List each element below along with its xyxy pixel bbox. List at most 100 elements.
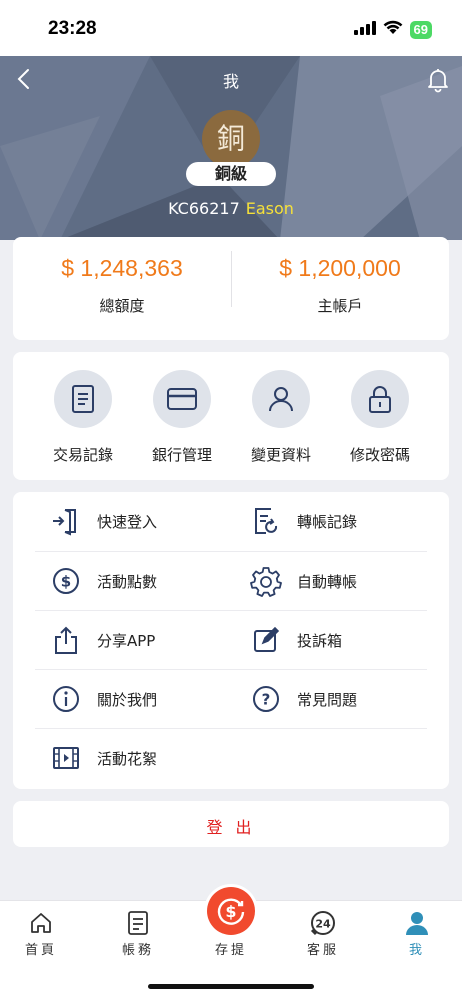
svg-text:24: 24 — [315, 918, 331, 931]
avatar: 銅 — [202, 110, 260, 168]
menu-card: 快速登入 轉帳記錄 $ 活動點數 自動轉帳 分享APP 投訴箱 關於我們 ? 常… — [13, 492, 449, 789]
quick-action-label: 修改密碼 — [349, 446, 410, 464]
menu-label: 分享APP — [97, 631, 156, 650]
tab-icon-wrap — [6, 909, 76, 937]
tab-home[interactable]: 首頁 — [6, 909, 76, 958]
menu-label: 活動點數 — [97, 572, 158, 591]
quick-action-bank-management[interactable]: 銀行管理 — [150, 370, 214, 465]
quick-action-circle — [54, 370, 112, 428]
menu-item-complaint-box[interactable]: 投訴箱 — [249, 611, 439, 669]
lock-icon — [369, 386, 391, 413]
svg-text:$: $ — [225, 902, 236, 921]
quick-action-circle — [351, 370, 409, 428]
tab-customer-service[interactable]: 24 客服 — [288, 909, 358, 958]
menu-item-auto-transfer[interactable]: 自動轉帳 — [249, 552, 439, 610]
quick-action-label: 變更資料 — [250, 446, 311, 464]
balance-card: $ 1,248,363 總額度 $ 1,200,000 主帳戶 — [13, 237, 449, 340]
share-icon — [55, 626, 77, 654]
user-id: KC66217 — [168, 199, 240, 218]
menu-icon-wrap — [249, 504, 283, 538]
question-icon: ? — [253, 686, 279, 712]
user-info: KC66217 Eason — [0, 199, 462, 218]
menu-item-share-app[interactable]: 分享APP — [49, 611, 239, 669]
menu-icon-wrap — [249, 623, 283, 657]
notification-button[interactable] — [424, 66, 452, 94]
quick-action-circle — [153, 370, 211, 428]
balance-amount: $ 1,200,000 — [279, 255, 401, 281]
menu-icon-wrap — [49, 741, 83, 775]
main-account-balance[interactable]: $ 1,200,000 主帳戶 — [231, 237, 449, 340]
tab-icon-wrap — [382, 909, 452, 937]
login-door-icon — [53, 509, 76, 536]
logout-button[interactable]: 登 出 — [13, 801, 449, 847]
tab-icon-wrap — [103, 909, 173, 937]
menu-item-activity-points[interactable]: $ 活動點數 — [49, 552, 239, 610]
tab-me[interactable]: 我 — [382, 909, 452, 958]
menu-item-transfer-records[interactable]: 轉帳記錄 — [249, 492, 439, 550]
balance-amount: $ 1,248,363 — [61, 255, 183, 281]
menu-item-quick-login[interactable]: 快速登入 — [49, 492, 239, 550]
menu-label: 自動轉帳 — [297, 572, 358, 591]
transfer-record-icon — [255, 508, 278, 534]
menu-item-about-us[interactable]: 關於我們 — [49, 670, 239, 728]
gear-icon — [250, 567, 282, 597]
quick-action-transaction-records[interactable]: 交易記錄 — [51, 370, 115, 465]
level-badge: 銅級 — [186, 162, 276, 186]
logout-label: 登 出 — [206, 818, 256, 837]
quick-actions-card: 交易記錄 銀行管理 變更資料 修改密碼 — [13, 352, 449, 480]
status-bar: 23:28 69 — [0, 0, 462, 56]
user-name: Eason — [245, 199, 294, 218]
total-balance[interactable]: $ 1,248,363 總額度 — [13, 237, 231, 340]
edit-icon — [254, 626, 280, 652]
svg-text:?: ? — [262, 691, 271, 709]
bell-icon — [428, 69, 448, 93]
wifi-icon — [383, 20, 403, 39]
menu-icon-wrap — [49, 623, 83, 657]
home-indicator — [148, 984, 314, 989]
deposit-center-button[interactable]: $ — [207, 887, 255, 935]
menu-icon-wrap — [249, 564, 283, 598]
menu-label: 常見問題 — [297, 690, 358, 709]
quick-action-change-profile[interactable]: 變更資料 — [249, 370, 313, 465]
menu-item-faq[interactable]: ? 常見問題 — [249, 670, 439, 728]
menu-icon-wrap: ? — [249, 682, 283, 716]
quick-action-label: 交易記錄 — [52, 446, 113, 464]
menu-label: 快速登入 — [97, 512, 158, 531]
person-icon — [406, 912, 428, 935]
credit-card-icon — [167, 388, 197, 410]
quick-action-change-password[interactable]: 修改密碼 — [348, 370, 412, 465]
ledger-icon — [128, 911, 148, 935]
tab-label: 首頁 — [24, 943, 57, 958]
menu-item-activity-highlights[interactable]: 活動花絮 — [49, 729, 239, 787]
svg-text:$: $ — [61, 573, 71, 591]
balance-label: 主帳戶 — [317, 297, 363, 315]
tab-accounts[interactable]: 帳務 — [103, 909, 173, 958]
profile-header: 我 銅 銅級 KC66217 Eason — [0, 56, 462, 240]
page-title: 我 — [222, 72, 239, 91]
tab-icon-wrap: 24 — [288, 909, 358, 937]
balance-label: 總額度 — [99, 297, 145, 315]
home-icon — [31, 913, 51, 933]
menu-label: 轉帳記錄 — [297, 512, 358, 531]
document-icon — [72, 385, 94, 413]
user-icon — [269, 387, 293, 412]
tab-label: 我 — [408, 943, 425, 958]
film-icon — [53, 747, 79, 769]
signal-icon — [353, 20, 376, 39]
status-time: 23:28 — [48, 18, 97, 39]
menu-icon-wrap — [49, 682, 83, 716]
menu-label: 投訴箱 — [297, 631, 343, 650]
quick-action-label: 銀行管理 — [151, 446, 212, 464]
menu-label: 關於我們 — [97, 690, 158, 709]
support-24-icon: 24 — [310, 911, 335, 936]
menu-icon-wrap: $ — [49, 564, 83, 598]
quick-action-circle — [252, 370, 310, 428]
status-icons: 69 — [353, 20, 432, 39]
tab-label: 客服 — [306, 943, 339, 958]
menu-icon-wrap — [49, 504, 83, 538]
tab-label: 存提 — [214, 943, 247, 958]
battery-indicator: 69 — [409, 20, 432, 39]
dollar-circle-icon: $ — [53, 568, 79, 594]
deposit-dollar-icon: $ — [217, 898, 245, 925]
menu-label: 活動花絮 — [97, 749, 158, 768]
